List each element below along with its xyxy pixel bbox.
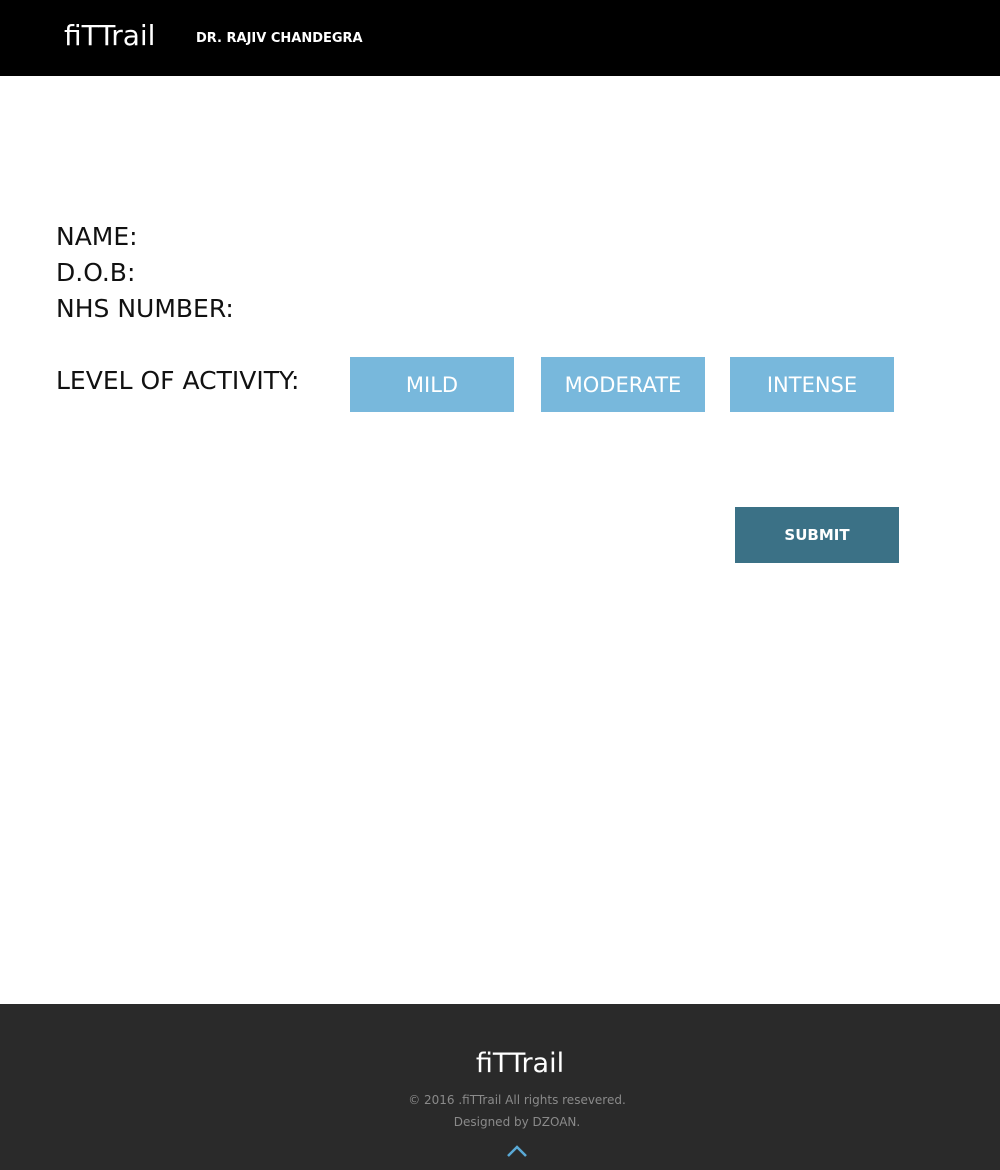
nhs-number-label: NHS NUMBER: — [56, 294, 234, 323]
top-navigation-bar: fiTTrail DR. RAJIV CHANDEGRA — [0, 0, 1000, 76]
copyright-text: © 2016 .fiTTrail All rights resevered. — [408, 1093, 626, 1107]
footer-brand: fiTTrail — [475, 1048, 565, 1079]
brand-logo[interactable]: fiTTrail — [64, 18, 155, 54]
dob-label: D.O.B: — [56, 258, 136, 287]
moderate-button[interactable]: MODERATE — [541, 357, 705, 412]
mild-button[interactable]: MILD — [350, 357, 514, 412]
footer: fiTTrail © 2016 .fiTTrail All rights res… — [0, 1004, 1000, 1170]
name-label: NAME: — [56, 222, 138, 251]
submit-button[interactable]: SUBMIT — [735, 507, 899, 563]
designed-by-text: Designed by DZOAN. — [453, 1115, 581, 1129]
activity-level-label: LEVEL OF ACTIVITY: — [56, 366, 300, 395]
chevron-up-icon[interactable] — [506, 1144, 528, 1158]
intense-button[interactable]: INTENSE — [730, 357, 894, 412]
doctor-name-link[interactable]: DR. RAJIV CHANDEGRA — [196, 30, 363, 48]
